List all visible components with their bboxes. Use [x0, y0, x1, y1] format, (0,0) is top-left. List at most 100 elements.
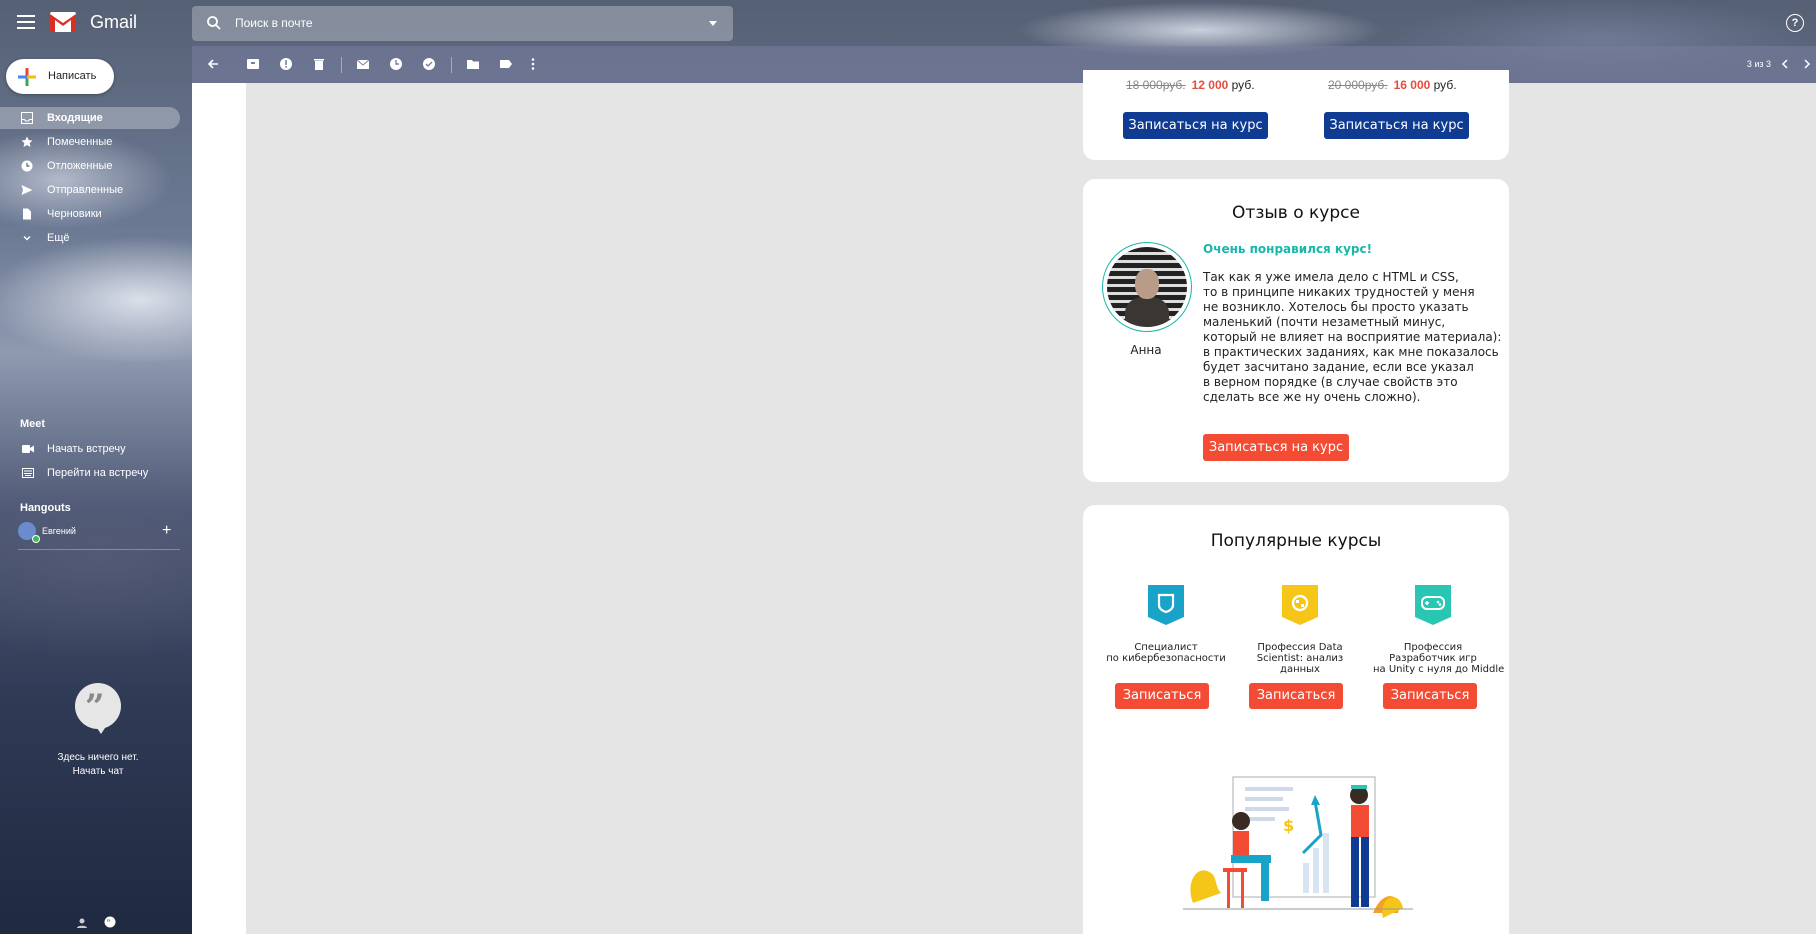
hangouts-user[interactable]: Евгений	[18, 522, 178, 543]
toolbar-divider	[451, 57, 452, 73]
sidebar-item-label: Черновики	[47, 208, 102, 220]
course-title: Профессия Разработчик игр на Unity с нул…	[1373, 642, 1505, 675]
draft-icon	[23, 208, 31, 220]
divider	[18, 549, 180, 550]
meet-section-title: Meet	[20, 418, 46, 430]
reviewer-avatar	[1102, 242, 1192, 332]
meet-item-label: Перейти на встречу	[47, 467, 149, 479]
compose-button[interactable]: Написать	[6, 59, 114, 94]
gamepad-icon	[1415, 585, 1451, 625]
send-icon	[21, 185, 33, 195]
course-enroll-button[interactable]: Записаться	[1249, 683, 1343, 709]
old-price: 18 000руб.	[1126, 78, 1186, 92]
more-options-icon[interactable]	[526, 57, 540, 71]
archive-icon[interactable]	[246, 57, 260, 71]
hangouts-section-title: Hangouts	[20, 502, 71, 514]
help-icon[interactable]: ?	[1786, 14, 1804, 32]
sidebar-item-label: Отправленные	[47, 184, 124, 196]
contacts-icon[interactable]	[76, 917, 88, 929]
toolbar-divider	[341, 57, 342, 73]
plus-icon	[18, 68, 36, 86]
sidebar-item-drafts[interactable]: Черновики	[0, 203, 180, 225]
chevron-down-icon	[23, 236, 31, 241]
meet-item-label: Начать встречу	[47, 443, 126, 455]
new-price: 16 000	[1393, 78, 1431, 92]
enroll-button[interactable]: Записаться на курс	[1324, 112, 1469, 139]
meet-start-meeting[interactable]: Начать встречу	[0, 440, 180, 460]
search-placeholder[interactable]: Поиск в почте	[235, 16, 313, 30]
message-count: 3 из 3	[1746, 59, 1771, 69]
back-arrow-icon[interactable]	[206, 57, 220, 71]
meet-join-meeting[interactable]: Перейти на встречу	[0, 464, 180, 484]
email-body: 18 000руб. 12 000 руб. 20 000руб. 16 000 р…	[246, 70, 1816, 934]
chat-bubble-icon: ”	[75, 683, 121, 734]
sidebar-item-sent[interactable]: Отправленные	[0, 179, 180, 201]
price-unit: руб.	[1231, 78, 1255, 92]
report-spam-icon[interactable]	[279, 57, 293, 71]
sidebar-item-label: Ещё	[47, 232, 70, 244]
shield-icon	[1148, 585, 1184, 625]
clock-icon	[21, 160, 33, 172]
top-bar: Gmail Поиск в почте ?	[0, 0, 1816, 46]
course-item: Специалист по кибербезопасности	[1106, 585, 1226, 664]
sidebar: Написать Входящие Помеченные Отложенные …	[0, 0, 192, 934]
svg-text:$: $	[1283, 816, 1294, 835]
hangouts-empty-text: Здесь ничего нет.	[57, 752, 139, 763]
delete-icon[interactable]	[312, 57, 326, 71]
course-enroll-button[interactable]: Записаться	[1115, 683, 1209, 709]
review-title: Отзыв о курсе	[1232, 203, 1360, 223]
sidebar-item-label: Отложенные	[47, 160, 113, 172]
inbox-icon	[21, 112, 33, 124]
reviewer-name: Анна	[1130, 343, 1162, 357]
video-icon	[22, 445, 34, 453]
course-item: Профессия Data Scientist: анализ данных	[1240, 585, 1360, 675]
keyboard-icon	[22, 468, 34, 478]
compose-label: Написать	[48, 70, 97, 82]
price-unit: руб.	[1433, 78, 1457, 92]
start-chat-link[interactable]: Начать чат	[0, 766, 196, 777]
sidebar-item-inbox[interactable]: Входящие	[0, 107, 180, 129]
search-options-icon[interactable]	[709, 21, 717, 26]
sidebar-item-label: Входящие	[47, 112, 103, 124]
message-margin	[192, 83, 246, 934]
promo-illustration: $	[1183, 776, 1413, 918]
popular-title: Популярные курсы	[1210, 531, 1382, 551]
snooze-icon[interactable]	[389, 57, 403, 71]
older-chevron-icon[interactable]	[1800, 57, 1814, 71]
mark-unread-icon[interactable]	[356, 57, 370, 71]
course-title: Специалист по кибербезопасности	[1106, 642, 1226, 664]
review-enroll-button[interactable]: Записаться на курс	[1203, 434, 1349, 461]
sidebar-item-starred[interactable]: Помеченные	[0, 131, 180, 153]
new-price: 12 000	[1191, 78, 1229, 92]
new-chat-plus-icon[interactable]: +	[162, 522, 171, 540]
sidebar-item-more[interactable]: Ещё	[0, 227, 180, 249]
review-headline: Очень понравился курс!	[1203, 242, 1373, 256]
online-status-dot	[32, 535, 40, 543]
newer-chevron-icon[interactable]	[1778, 57, 1792, 71]
sidebar-item-snoozed[interactable]: Отложенные	[0, 155, 180, 177]
message-toolbar: 3 из 3	[192, 46, 1816, 83]
course-item: Профессия Разработчик игр на Unity с нул…	[1373, 585, 1505, 675]
course-title: Профессия Data Scientist: анализ данных	[1256, 642, 1344, 675]
search-icon[interactable]	[206, 15, 222, 31]
price-2: 20 000руб. 16 000 руб.	[1328, 78, 1457, 92]
hangouts-user-name: Евгений	[42, 526, 76, 536]
data-science-icon	[1282, 585, 1318, 625]
enroll-button[interactable]: Записаться на курс	[1123, 112, 1268, 139]
search-bar[interactable]: Поиск в почте	[192, 6, 733, 41]
star-icon	[21, 136, 33, 147]
hangouts-icon[interactable]: ”	[103, 916, 117, 930]
add-task-icon[interactable]	[422, 57, 436, 71]
sidebar-bottom-bar: ”	[0, 912, 192, 934]
old-price: 20 000руб.	[1328, 78, 1388, 92]
price-card: 18 000руб. 12 000 руб. 20 000руб. 16 000 р…	[1083, 70, 1509, 160]
review-text: Так как я уже имела дело с HTML и CSS, т…	[1203, 270, 1502, 404]
label-icon[interactable]	[499, 57, 513, 71]
review-card: Отзыв о курсе Анна Очень понравился курс…	[1083, 179, 1509, 482]
popular-courses-card: Популярные курсы Специалист по кибербезо…	[1083, 505, 1509, 934]
move-to-icon[interactable]	[466, 57, 480, 71]
svg-text:”: ”	[107, 918, 110, 928]
price-1: 18 000руб. 12 000 руб.	[1126, 78, 1255, 92]
sidebar-item-label: Помеченные	[47, 136, 113, 148]
course-enroll-button[interactable]: Записаться	[1383, 683, 1477, 709]
